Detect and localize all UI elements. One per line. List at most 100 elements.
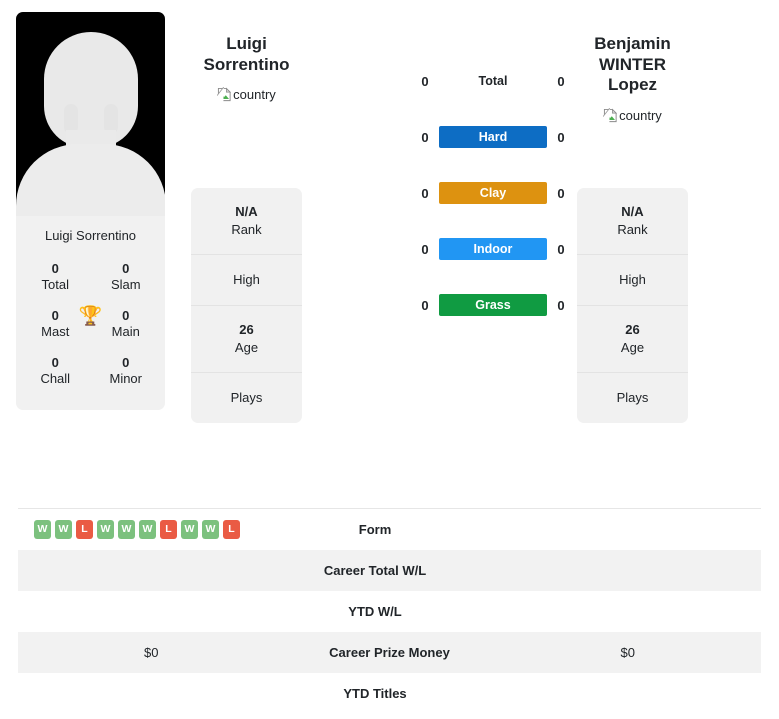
info-label: Age [620, 339, 645, 355]
player-name-right: Benjamin WINTER Lopez [577, 34, 688, 96]
form-badge-loss[interactable]: L [223, 520, 240, 539]
surface-comparison-column: 0 Total 0 0 Hard 0 0 Clay 0 0 Indoor 0 0 [417, 12, 569, 316]
player-name-col-left: Luigi Sorrentino country [191, 12, 302, 103]
info-cell-plays-right: Plays [577, 373, 688, 423]
surface-chip-total: Total [478, 74, 508, 88]
titles-grid-left: 🏆 0 Total 0 Slam 0 Mast 0 Main 0 Chall 0… [16, 255, 165, 410]
info-value: N/A [621, 204, 644, 219]
surface-score-left: 0 [421, 129, 429, 145]
value-text: $0 [144, 645, 159, 660]
form-badges-left: WWLWWWLWWL [26, 520, 240, 539]
info-cell-rank-left: N/A Rank [191, 188, 302, 256]
info-label: High [233, 272, 260, 288]
stat-row-label: Career Total W/L [323, 563, 427, 578]
player-name-line1: Luigi [226, 34, 267, 53]
info-cell-rank-right: N/A Rank [577, 188, 688, 256]
comparison-stat-table: WWLWWWLWWL Form Career Total W/L YTD W/L [18, 508, 761, 714]
country-alt-text-left: country [233, 87, 276, 103]
stat-row-label: YTD W/L [348, 604, 402, 619]
info-stack-right: N/A Rank High 26 Age Plays [577, 188, 688, 423]
table-row: WWLWWWLWWL Form [18, 509, 761, 550]
country-flag-right: country [577, 107, 688, 124]
form-badge-win[interactable]: W [118, 520, 135, 539]
info-label: High [619, 272, 646, 288]
broken-image-icon [216, 87, 232, 103]
surface-chip-indoor[interactable]: Indoor [439, 238, 547, 260]
stat-left-form: WWLWWWLWWL [18, 520, 270, 539]
info-cell-plays-left: Plays [191, 373, 302, 423]
comparison-header: Luigi Sorrentino 🏆 0 Total 0 Slam 0 Mast… [0, 0, 779, 496]
surface-score-right: 0 [557, 73, 565, 89]
surface-row-indoor: 0 Indoor 0 [417, 238, 569, 260]
player-card-left[interactable]: Luigi Sorrentino 🏆 0 Total 0 Slam 0 Mast… [16, 12, 165, 411]
form-badge-win[interactable]: W [181, 520, 198, 539]
info-label: Rank [231, 221, 262, 237]
info-label: Plays [616, 390, 649, 406]
form-badge-win[interactable]: W [97, 520, 114, 539]
surface-row-grass: 0 Grass 0 [417, 294, 569, 316]
player-card-name-left: Luigi Sorrentino [44, 228, 137, 243]
player-comparison-page: Luigi Sorrentino 🏆 0 Total 0 Slam 0 Mast… [0, 0, 779, 719]
form-badge-win[interactable]: W [139, 520, 156, 539]
title-cell-minor: 0 Minor [91, 349, 162, 396]
form-badge-win[interactable]: W [202, 520, 219, 539]
stat-left-value: $0 [18, 645, 285, 660]
info-label: Age [234, 339, 259, 355]
player-name-col-right: Benjamin WINTER Lopez country [577, 12, 688, 124]
surface-score-right: 0 [557, 129, 565, 145]
title-value: 0 [122, 355, 130, 371]
title-label: Minor [109, 371, 142, 387]
player-photo-left [16, 12, 165, 216]
info-label: Rank [617, 221, 648, 237]
title-cell-slam: 0 Slam [91, 255, 162, 302]
player-name-line1: Benjamin [594, 34, 671, 53]
surface-chip-grass[interactable]: Grass [439, 294, 547, 316]
info-value: N/A [235, 204, 258, 219]
table-row: $0 Career Prize Money $0 [18, 632, 761, 673]
surface-score-right: 0 [557, 297, 565, 313]
info-cell-high-right: High [577, 255, 688, 306]
info-cell-age-right: 26 Age [577, 306, 688, 374]
player-name-left: Luigi Sorrentino [191, 34, 302, 75]
title-value: 0 [51, 260, 59, 276]
title-label: Slam [110, 277, 141, 293]
surface-chip-clay[interactable]: Clay [439, 182, 547, 204]
surface-score-left: 0 [421, 241, 429, 257]
form-badge-win[interactable]: W [34, 520, 51, 539]
surface-score-right: 0 [557, 241, 565, 257]
form-badge-loss[interactable]: L [76, 520, 93, 539]
title-label: Total [41, 277, 69, 293]
form-badge-loss[interactable]: L [160, 520, 177, 539]
stat-row-label: Form [358, 522, 392, 537]
title-value: 0 [51, 355, 59, 371]
stat-row-label: YTD Titles [343, 686, 407, 701]
trophy-icon: 🏆 [78, 305, 103, 327]
broken-image-icon [602, 107, 618, 124]
value-text: $0 [620, 645, 635, 660]
surface-row-total: 0 Total 0 [417, 70, 569, 92]
surface-score-left: 0 [421, 73, 429, 89]
table-row: YTD Titles [18, 673, 761, 714]
stat-row-label: Career Prize Money [329, 645, 450, 660]
info-stack-left: N/A Rank High 26 Age Plays [191, 188, 302, 423]
surface-score-left: 0 [421, 297, 429, 313]
info-label: Plays [230, 390, 263, 406]
form-badge-win[interactable]: W [55, 520, 72, 539]
surface-score-left: 0 [421, 185, 429, 201]
surface-row-clay: 0 Clay 0 [417, 182, 569, 204]
info-value: 26 [239, 321, 254, 337]
info-cell-age-left: 26 Age [191, 306, 302, 374]
surface-score-right: 0 [557, 185, 565, 201]
title-cell-chall: 0 Chall [20, 349, 91, 396]
info-value: 26 [625, 321, 640, 337]
title-cell-total: 0 Total [20, 255, 91, 302]
avatar-shoulders [16, 144, 165, 216]
country-alt-text-right: country [619, 108, 662, 124]
title-value: 0 [122, 260, 130, 276]
player-name-line2: Sorrentino [203, 54, 290, 74]
stat-right-value: $0 [495, 645, 762, 660]
table-row: YTD W/L [18, 591, 761, 632]
surface-chip-hard[interactable]: Hard [439, 126, 547, 148]
player-name-line2: WINTER Lopez [598, 54, 667, 95]
surface-row-hard: 0 Hard 0 [417, 126, 569, 148]
